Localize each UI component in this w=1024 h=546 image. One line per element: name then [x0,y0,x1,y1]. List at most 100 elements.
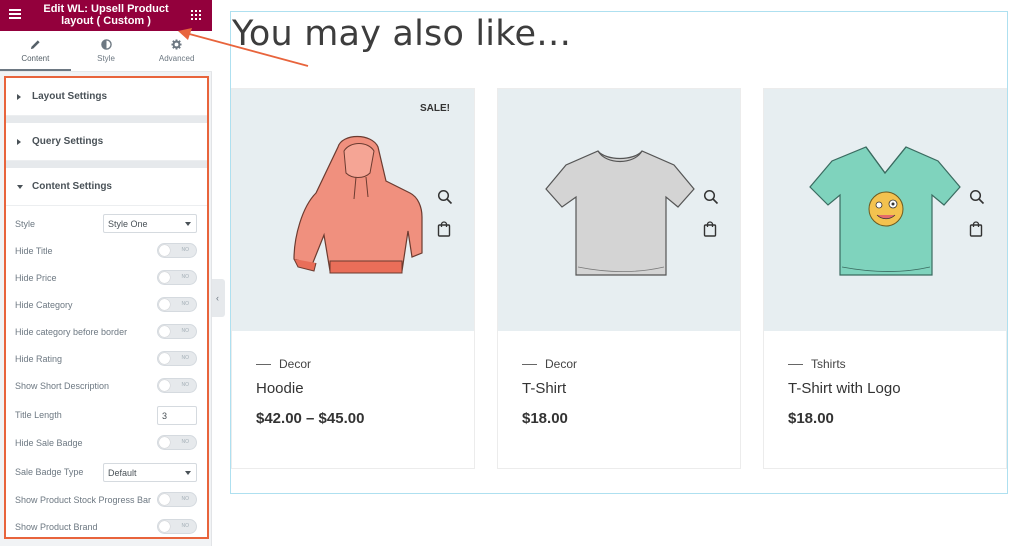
shopping-bag-icon[interactable] [437,221,451,237]
product-image[interactable] [764,89,1006,331]
product-title[interactable]: T-Shirt [522,380,566,397]
toggle-text: NO [181,355,190,361]
hide-sale-badge-toggle[interactable]: NO [157,435,197,450]
section-layout-label: Layout Settings [32,91,108,102]
chevron-down-icon [185,222,191,226]
control-show-short-description: Show Short Description NO [6,373,207,400]
section-content-label: Content Settings [32,181,112,192]
hide-rating-toggle[interactable]: NO [157,351,197,366]
product-price: $42.00 – $45.00 [256,410,365,427]
toggle-text: NO [181,382,190,388]
category-border [788,364,803,366]
toggle-knob [159,245,170,256]
control-label: Title Length [15,410,62,420]
product-title[interactable]: T-Shirt with Logo [788,380,901,397]
half-circle-icon [100,39,112,50]
show-stock-bar-toggle[interactable]: NO [157,492,197,507]
tshirt-with-logo-image [809,146,961,276]
control-label: Hide Category [15,300,73,310]
pencil-icon [30,40,40,50]
settings-panel: Layout Settings Query Settings Content S… [4,76,209,539]
control-hide-category: Hide Category NO [6,292,207,319]
control-label: Show Short Description [15,381,110,391]
control-label: Hide Rating [15,354,63,364]
category-label: Decor [545,357,578,371]
shopping-bag-icon[interactable] [703,221,717,237]
toggle-knob [159,494,170,505]
caret-down-icon [17,185,23,189]
toggle-knob [159,299,170,310]
toggle-text: NO [181,301,190,307]
sale-badge-type-select[interactable]: Default [103,463,197,482]
product-category: Decor [522,357,577,371]
category-border [522,364,537,366]
control-sale-badge-type: Sale Badge Type Default [6,457,207,487]
annotation-arrow [178,28,309,67]
control-label: Show Product Brand [15,522,98,532]
select-value: Style One [108,219,148,229]
toggle-text: NO [181,496,190,502]
title-length-input[interactable]: 3 [157,406,197,425]
toggle-knob [159,380,170,391]
control-label: Hide Price [15,273,57,283]
tab-content[interactable]: Content [0,31,71,71]
control-hide-category-border: Hide category before border NO [6,319,207,346]
search-icon[interactable] [703,189,719,205]
control-show-stock-bar: Show Product Stock Progress Bar NO [6,487,207,514]
product-card[interactable]: SALE! Decor Hoodie $42.00 – $45.00 [231,88,475,469]
shopping-bag-icon[interactable] [969,221,983,237]
product-title[interactable]: Hoodie [256,380,304,397]
product-card[interactable]: Tshirts T-Shirt with Logo $18.00 [763,88,1007,469]
toggle-knob [159,272,170,283]
product-image[interactable] [498,89,740,331]
toggle-text: NO [181,439,190,445]
control-label: Show Product Stock Progress Bar [15,495,152,505]
search-icon[interactable] [437,189,453,205]
hide-category-border-toggle[interactable]: NO [157,324,197,339]
sidebar-title: Edit WL: Upsell Product layout ( Custom … [43,3,169,27]
toggle-knob [159,437,170,448]
hide-price-toggle[interactable]: NO [157,270,197,285]
section-query-settings[interactable]: Query Settings [6,123,207,161]
product-card[interactable]: Decor T-Shirt $18.00 [497,88,741,469]
toggle-text: NO [181,247,190,253]
hide-title-toggle[interactable]: NO [157,243,197,258]
section-layout-settings[interactable]: Layout Settings [6,78,207,116]
menu-icon[interactable] [9,9,21,19]
divider [6,116,207,123]
toggle-text: NO [181,523,190,529]
chevron-down-icon [185,471,191,475]
product-category: Decor [256,357,311,371]
product-image[interactable]: SALE! [232,89,474,331]
category-label: Decor [279,357,312,371]
control-label: Sale Badge Type [15,467,84,477]
section-query-label: Query Settings [32,136,104,147]
style-select[interactable]: Style One [103,214,197,233]
caret-right-icon [17,139,21,145]
control-hide-rating: Hide Rating NO [6,346,207,373]
hoodie-image [293,135,423,274]
control-show-brand: Show Product Brand NO [6,514,207,541]
control-style: Style Style One [6,211,207,238]
product-price: $18.00 [522,410,568,427]
sale-badge: SALE! [420,103,450,114]
product-price: $18.00 [788,410,834,427]
control-label: Hide Sale Badge [15,438,83,448]
control-hide-title: Hide Title NO [6,238,207,265]
caret-right-icon [17,94,21,100]
control-hide-price: Hide Price NO [6,265,207,292]
editor-sidebar: Edit WL: Upsell Product layout ( Custom … [0,0,212,546]
control-label: Style [15,219,36,229]
collapse-panel-button[interactable]: ‹ [212,279,225,317]
tab-style[interactable]: Style [71,31,142,71]
hide-category-toggle[interactable]: NO [157,297,197,312]
show-short-description-toggle[interactable]: NO [157,378,197,393]
control-hide-sale-badge: Hide Sale Badge NO [6,430,207,457]
page: Edit WL: Upsell Product layout ( Custom … [0,0,1024,546]
show-brand-toggle[interactable]: NO [157,519,197,534]
control-title-length: Title Length 3 [6,400,207,430]
tshirt-image [545,150,695,276]
section-content-settings[interactable]: Content Settings [6,168,207,206]
search-icon[interactable] [969,189,985,205]
control-label: Hide category before border [15,327,128,337]
